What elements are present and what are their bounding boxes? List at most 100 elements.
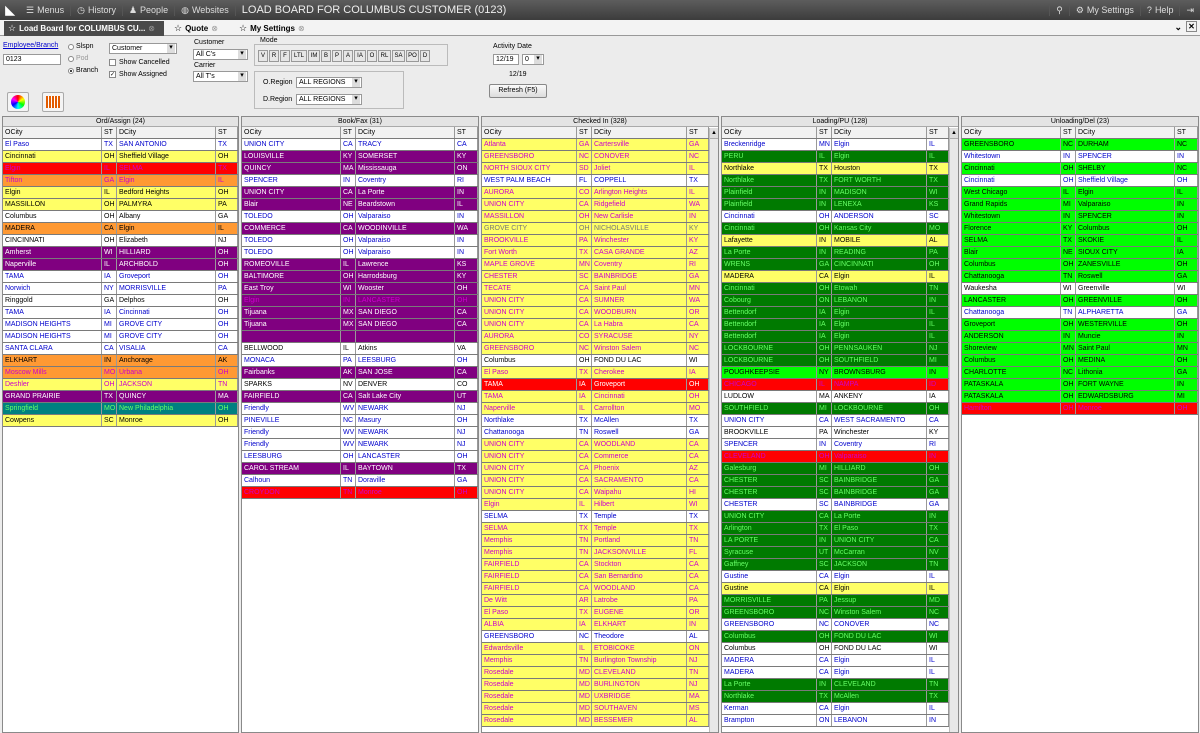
table-row[interactable]: Amherst WI HILLIARD OH: [3, 247, 238, 259]
table-row[interactable]: CROYDON TN Monroe OH: [242, 487, 478, 499]
column-header-ocity[interactable]: OCity: [3, 127, 102, 138]
table-row[interactable]: Elgin IL SELMA TX: [3, 163, 238, 175]
scroll-up-icon[interactable]: ▲: [710, 128, 718, 139]
column-header-dcity[interactable]: DCity: [1076, 127, 1175, 138]
table-row[interactable]: Memphis TN Burlington Township NJ: [482, 655, 709, 667]
table-row[interactable]: Elgin IN LANCASTER OH: [242, 295, 478, 307]
column-header-st[interactable]: ST: [1061, 127, 1076, 138]
radio-pod[interactable]: Pod: [68, 55, 88, 62]
table-row[interactable]: TOLEDO OH Valparaiso IN: [242, 211, 478, 223]
table-row[interactable]: Chattanooga TN Roswell GA: [962, 271, 1198, 283]
table-row[interactable]: Columbus OH MEDINA OH: [962, 355, 1198, 367]
mode-button[interactable]: LTL: [291, 50, 307, 62]
scroll-up-icon[interactable]: ▲: [950, 128, 958, 139]
carrier-select[interactable]: All T's: [193, 71, 248, 82]
star-icon[interactable]: ☆: [174, 23, 182, 34]
refresh-button[interactable]: Refresh (F5): [489, 84, 547, 98]
table-row[interactable]: AURORA CO SYRACUSE NY: [482, 331, 709, 343]
table-row[interactable]: MADERA CA Elgin IL: [722, 667, 949, 679]
table-row[interactable]: MADERA CA Elgin IL: [722, 271, 949, 283]
column-header-dcity[interactable]: DCity: [356, 127, 455, 138]
mode-button[interactable]: PO: [406, 50, 419, 62]
table-row[interactable]: Friendly WV NEWARK NJ: [242, 439, 478, 451]
table-row[interactable]: Bettendorf IA Elgin IL: [722, 319, 949, 331]
table-row[interactable]: UNION CITY CA SUMNER WA: [482, 295, 709, 307]
table-row[interactable]: UNION CITY CA Waipahu HI: [482, 487, 709, 499]
table-row[interactable]: CHESTER SC BAINBRIDGE GA: [722, 475, 949, 487]
table-row[interactable]: TAMA IA Cincinnati OH: [482, 391, 709, 403]
table-row[interactable]: Elgin IL Hilbert WI: [482, 499, 709, 511]
column-header-st[interactable]: ST: [455, 127, 478, 138]
table-row[interactable]: Moscow Mills MO Urbana OH: [3, 367, 238, 379]
table-row[interactable]: Galesburg MI HILLIARD OH: [722, 463, 949, 475]
table-row[interactable]: Rosedale MD CLEVELAND TN: [482, 667, 709, 679]
table-row[interactable]: UNION CITY CA La Habra CA: [482, 319, 709, 331]
star-icon[interactable]: ☆: [8, 23, 16, 34]
oregion-select[interactable]: ALL REGIONS: [296, 77, 362, 88]
table-row[interactable]: Deshler OH JACKSON TN: [3, 379, 238, 391]
app-logo-icon[interactable]: ◣: [0, 0, 20, 20]
table-row[interactable]: BROOKVILLE PA Winchester KY: [482, 235, 709, 247]
table-row[interactable]: TAMA IA Groveport OH: [482, 379, 709, 391]
history-button[interactable]: ◷ History: [71, 4, 123, 16]
table-row[interactable]: Bettendorf IA Elgin IL: [722, 307, 949, 319]
lightbulb-button[interactable]: ⚲: [1049, 4, 1069, 16]
table-row[interactable]: CHARLOTTE NC Lithonia GA: [962, 367, 1198, 379]
table-row[interactable]: El Paso TX SAN ANTONIO TX: [3, 139, 238, 151]
table-row[interactable]: Rosedale MD BURLINGTON NJ: [482, 679, 709, 691]
table-row[interactable]: MADERA CA Elgin IL: [722, 655, 949, 667]
table-row[interactable]: De Witt AR Latrobe PA: [482, 595, 709, 607]
my-settings-button[interactable]: ⚙ My Settings: [1068, 4, 1140, 16]
column-header-ocity[interactable]: OCity: [722, 127, 817, 138]
table-row[interactable]: Cincinnati OH Etowah TN: [722, 283, 949, 295]
table-row[interactable]: UNION CITY CA Commerce CA: [482, 451, 709, 463]
mode-button[interactable]: B: [321, 50, 331, 62]
tab-quote[interactable]: ☆ Quote ⊗: [170, 21, 230, 36]
column-header-st[interactable]: ST: [1175, 127, 1198, 138]
table-row[interactable]: Tijuana MX SAN DIEGO CA: [242, 319, 478, 331]
table-row[interactable]: Springfield MO New Philadelphia OH: [3, 403, 238, 415]
customer-select[interactable]: All C's: [193, 49, 248, 60]
table-row[interactable]: Brampton ON LEBANON IN: [722, 715, 949, 727]
table-row[interactable]: Gaffney SC JACKSON TN: [722, 559, 949, 571]
table-row[interactable]: Whitestown IN SPENCER IN: [962, 151, 1198, 163]
table-row[interactable]: COMMERCE CA WOODINVILLE WA: [242, 223, 478, 235]
tab-load-board[interactable]: ☆ Load Board for COLUMBUS CU... ⊗: [4, 21, 164, 36]
table-row[interactable]: GREENSBORO NC DURHAM NC: [962, 139, 1198, 151]
table-row[interactable]: CHESTER SC BAINBRIDGE GA: [722, 487, 949, 499]
close-icon[interactable]: ⊗: [211, 24, 218, 33]
table-row[interactable]: MORRISVILLE PA Jessup MD: [722, 595, 949, 607]
column-header-dcity[interactable]: DCity: [592, 127, 687, 138]
menus-button[interactable]: ☰ Menus: [20, 4, 72, 16]
star-icon[interactable]: ☆: [239, 23, 247, 34]
column-header-dcity[interactable]: DCity: [832, 127, 927, 138]
mode-button[interactable]: P: [332, 50, 342, 62]
column-header-st[interactable]: ST: [577, 127, 592, 138]
table-row[interactable]: Whitestown IN SPENCER IN: [962, 211, 1198, 223]
type-select[interactable]: Customer: [109, 43, 177, 54]
table-row[interactable]: UNION CITY CA SACRAMENTO CA: [482, 475, 709, 487]
table-row[interactable]: El Paso TX Cherokee IA: [482, 367, 709, 379]
table-row[interactable]: Memphis TN JACKSONVILLE FL: [482, 547, 709, 559]
employee-branch-label[interactable]: Employee/Branch: [3, 42, 58, 49]
table-row[interactable]: Columbus OH FOND DU LAC WI: [722, 631, 949, 643]
mode-button[interactable]: A: [343, 50, 353, 62]
table-row[interactable]: Naperville IL ARCHBOLD OH: [3, 259, 238, 271]
table-row[interactable]: La Porte IN READING PA: [722, 247, 949, 259]
table-row[interactable]: Naperville IL Carrollton MO: [482, 403, 709, 415]
table-row[interactable]: Lafayette IN MOBILE AL: [722, 235, 949, 247]
table-row[interactable]: Cincinnati OH ANDERSON SC: [722, 211, 949, 223]
table-header[interactable]: OCity ST DCity ST: [962, 127, 1198, 139]
table-row[interactable]: Atlanta GA Cartersville GA: [482, 139, 709, 151]
table-row[interactable]: Tifton GA Elgin IL: [3, 175, 238, 187]
column-header-st[interactable]: ST: [687, 127, 709, 138]
table-row[interactable]: Northlake TX McAllen TX: [482, 415, 709, 427]
table-row[interactable]: Friendly WV NEWARK NJ: [242, 427, 478, 439]
table-row[interactable]: NORTH SIOUX CITY SD Joliet IL: [482, 163, 709, 175]
table-row[interactable]: Rosedale MD SOUTHAVEN MS: [482, 703, 709, 715]
table-row[interactable]: CHICAGO IL NAMPA ID: [722, 379, 949, 391]
table-row[interactable]: LOUISVILLE KY SOMERSET KY: [242, 151, 478, 163]
table-row[interactable]: Blair NE SIOUX CITY IA: [962, 247, 1198, 259]
table-row[interactable]: UNION CITY CA TRACY CA: [242, 139, 478, 151]
close-icon[interactable]: ⊗: [148, 24, 155, 33]
